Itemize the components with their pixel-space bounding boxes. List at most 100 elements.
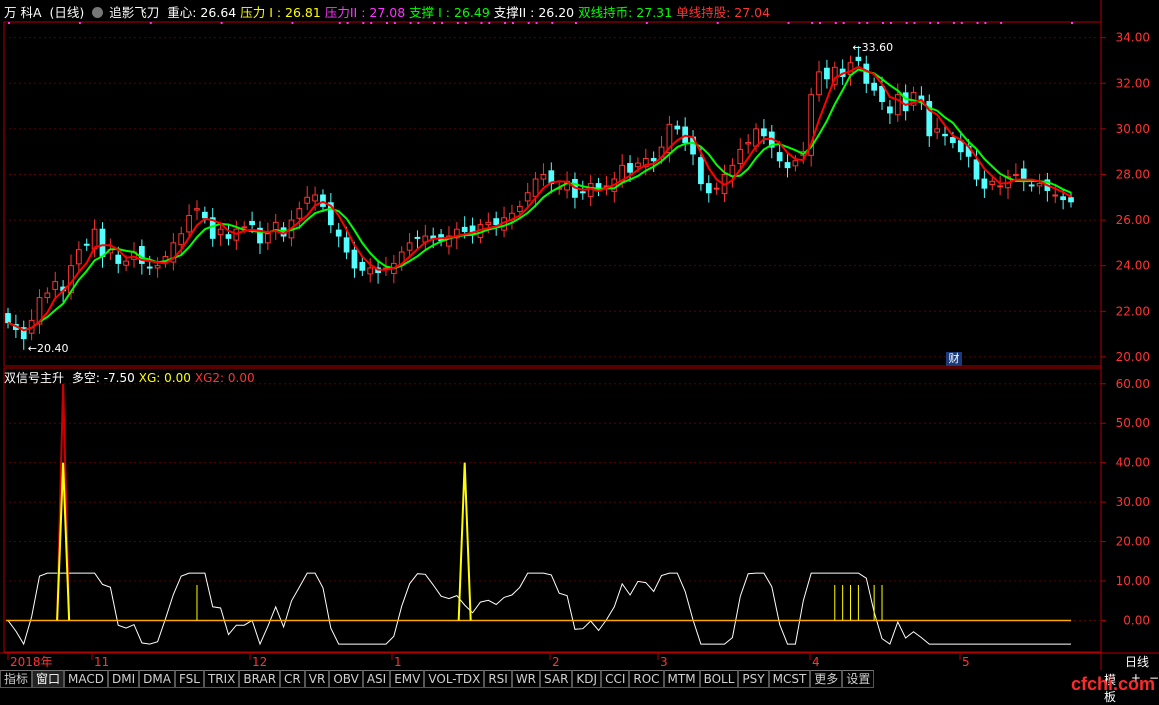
signal-dot — [464, 22, 467, 24]
indicator-tick-label: 30.00 — [1116, 495, 1150, 509]
signal-dot — [952, 22, 955, 24]
signal-dot — [913, 22, 916, 24]
sub-indicator-name[interactable]: 双信号主升 — [4, 371, 64, 385]
candle-body — [335, 229, 342, 237]
indicator-tab-bar: 指标 窗口 MACD DMI DMA FSL TRIX BRAR CR VR OBV ASI EMV VO… — [0, 670, 1159, 688]
tab-更多[interactable]: 更多 — [810, 670, 843, 688]
signal-dot — [1071, 22, 1073, 24]
candle-body — [91, 228, 98, 250]
signal-dot — [984, 22, 987, 24]
stock-name[interactable]: 万 科A — [4, 5, 42, 20]
candle-body — [194, 208, 200, 211]
period-label: (日线) — [49, 5, 85, 20]
tab-brar[interactable]: BRAR — [239, 670, 281, 688]
candle-body — [879, 85, 885, 103]
candle-body — [186, 215, 192, 233]
signal-dot — [811, 22, 814, 24]
tab-obv[interactable]: OBV — [329, 670, 363, 688]
signal-dot — [504, 22, 507, 24]
candle-body — [461, 226, 468, 232]
candle-body — [296, 208, 303, 219]
candle-body — [871, 82, 878, 91]
signal-dot — [149, 22, 152, 24]
signal-dot — [905, 22, 908, 24]
signal-dot — [976, 22, 979, 24]
price-tick-label: 24.00 — [1116, 259, 1150, 273]
tab-emv[interactable]: EMV — [390, 670, 425, 688]
candle-body — [532, 178, 539, 197]
header-value-3: 支撑 I : 26.49 — [409, 5, 490, 20]
tab-cci[interactable]: CCI — [601, 670, 630, 688]
candle-body — [406, 242, 413, 251]
header-value-5: 双线持币: 27.31 — [578, 5, 673, 20]
min-price-label: ←20.40 — [28, 342, 69, 355]
candle-body — [264, 233, 271, 244]
tab-vol-tdx[interactable]: VOL-TDX — [424, 670, 485, 688]
tab-dmi[interactable]: DMI — [108, 670, 140, 688]
price-tick-label: 26.00 — [1116, 213, 1150, 227]
tab-fsl[interactable]: FSL — [174, 670, 204, 688]
tab-vr[interactable]: VR — [304, 670, 330, 688]
tab-asi[interactable]: ASI — [362, 670, 391, 688]
tab-cr[interactable]: CR — [280, 670, 305, 688]
chart-header: 万 科A (日线) 追影飞刀 重心: 26.64 压力 I : 26.81 压力II… — [4, 4, 778, 22]
candle-body — [981, 178, 988, 189]
candle-body — [863, 63, 870, 84]
tab-wr[interactable]: WR — [511, 670, 541, 688]
candle-body — [359, 261, 366, 271]
tab-trix[interactable]: TRIX — [203, 670, 240, 688]
tab-dma[interactable]: DMA — [139, 670, 175, 688]
tab-macd[interactable]: MACD — [64, 670, 109, 688]
chart-canvas[interactable]: 34.0032.0030.0028.0026.0024.0022.0020.00… — [0, 0, 1159, 693]
candle-body — [146, 266, 153, 269]
signal-dot — [551, 22, 554, 24]
indicator-tick-label: 20.00 — [1116, 535, 1150, 549]
header-value-6: 单线持股: 27.04 — [676, 5, 771, 20]
tab-mcst[interactable]: MCST — [768, 670, 811, 688]
candle-body — [745, 142, 752, 145]
date-label: 11 — [94, 655, 109, 669]
candle-body — [824, 67, 830, 80]
signal-dot — [362, 22, 365, 24]
indicator-tick-label: 40.00 — [1116, 456, 1150, 470]
signal-dot — [929, 22, 932, 24]
candle-body — [989, 180, 996, 186]
tab-指标[interactable]: 指标 — [0, 670, 33, 688]
tab-窗口[interactable]: 窗口 — [32, 670, 65, 688]
watermark: cfchi.com — [1070, 674, 1155, 694]
candle-body — [304, 196, 311, 204]
candle-body — [713, 187, 720, 190]
signal-dot — [889, 22, 892, 24]
date-label: 2 — [552, 655, 560, 669]
indicator-name[interactable]: 追影飞刀 — [109, 5, 159, 20]
finance-badge[interactable]: 财 — [946, 352, 962, 366]
candle-body — [761, 128, 767, 137]
tab-mtm[interactable]: MTM — [663, 670, 700, 688]
candle-body — [942, 133, 948, 137]
date-label: 3 — [660, 655, 668, 669]
period-indicator[interactable]: 日线 — [1125, 653, 1149, 670]
header-value-4: 支撑II : 26.20 — [493, 5, 575, 20]
signal-dot — [480, 22, 483, 24]
signal-dot — [858, 22, 861, 24]
tab-roc[interactable]: ROC — [629, 670, 664, 688]
candle-body — [320, 194, 326, 207]
tab-设置[interactable]: 设置 — [842, 670, 875, 688]
candle-body — [485, 221, 492, 226]
header-value-1: 压力 I : 26.81 — [240, 5, 321, 20]
tab-boll[interactable]: BOLL — [699, 670, 739, 688]
circle-dropdown-icon[interactable] — [92, 7, 104, 18]
candle-body — [816, 71, 822, 96]
candle-body — [178, 233, 185, 246]
tab-psy[interactable]: PSY — [738, 670, 769, 688]
candle-body — [997, 185, 1003, 188]
tab-sar[interactable]: SAR — [540, 670, 573, 688]
signal-dot — [787, 22, 790, 24]
candle-body — [249, 220, 255, 226]
candle-body — [650, 158, 657, 162]
signal-dot — [960, 22, 963, 24]
tab-rsi[interactable]: RSI — [484, 670, 512, 688]
tab-kdj[interactable]: KDJ — [572, 670, 602, 688]
price-tick-label: 28.00 — [1116, 167, 1150, 181]
indicator-tick-label: 10.00 — [1116, 574, 1150, 588]
